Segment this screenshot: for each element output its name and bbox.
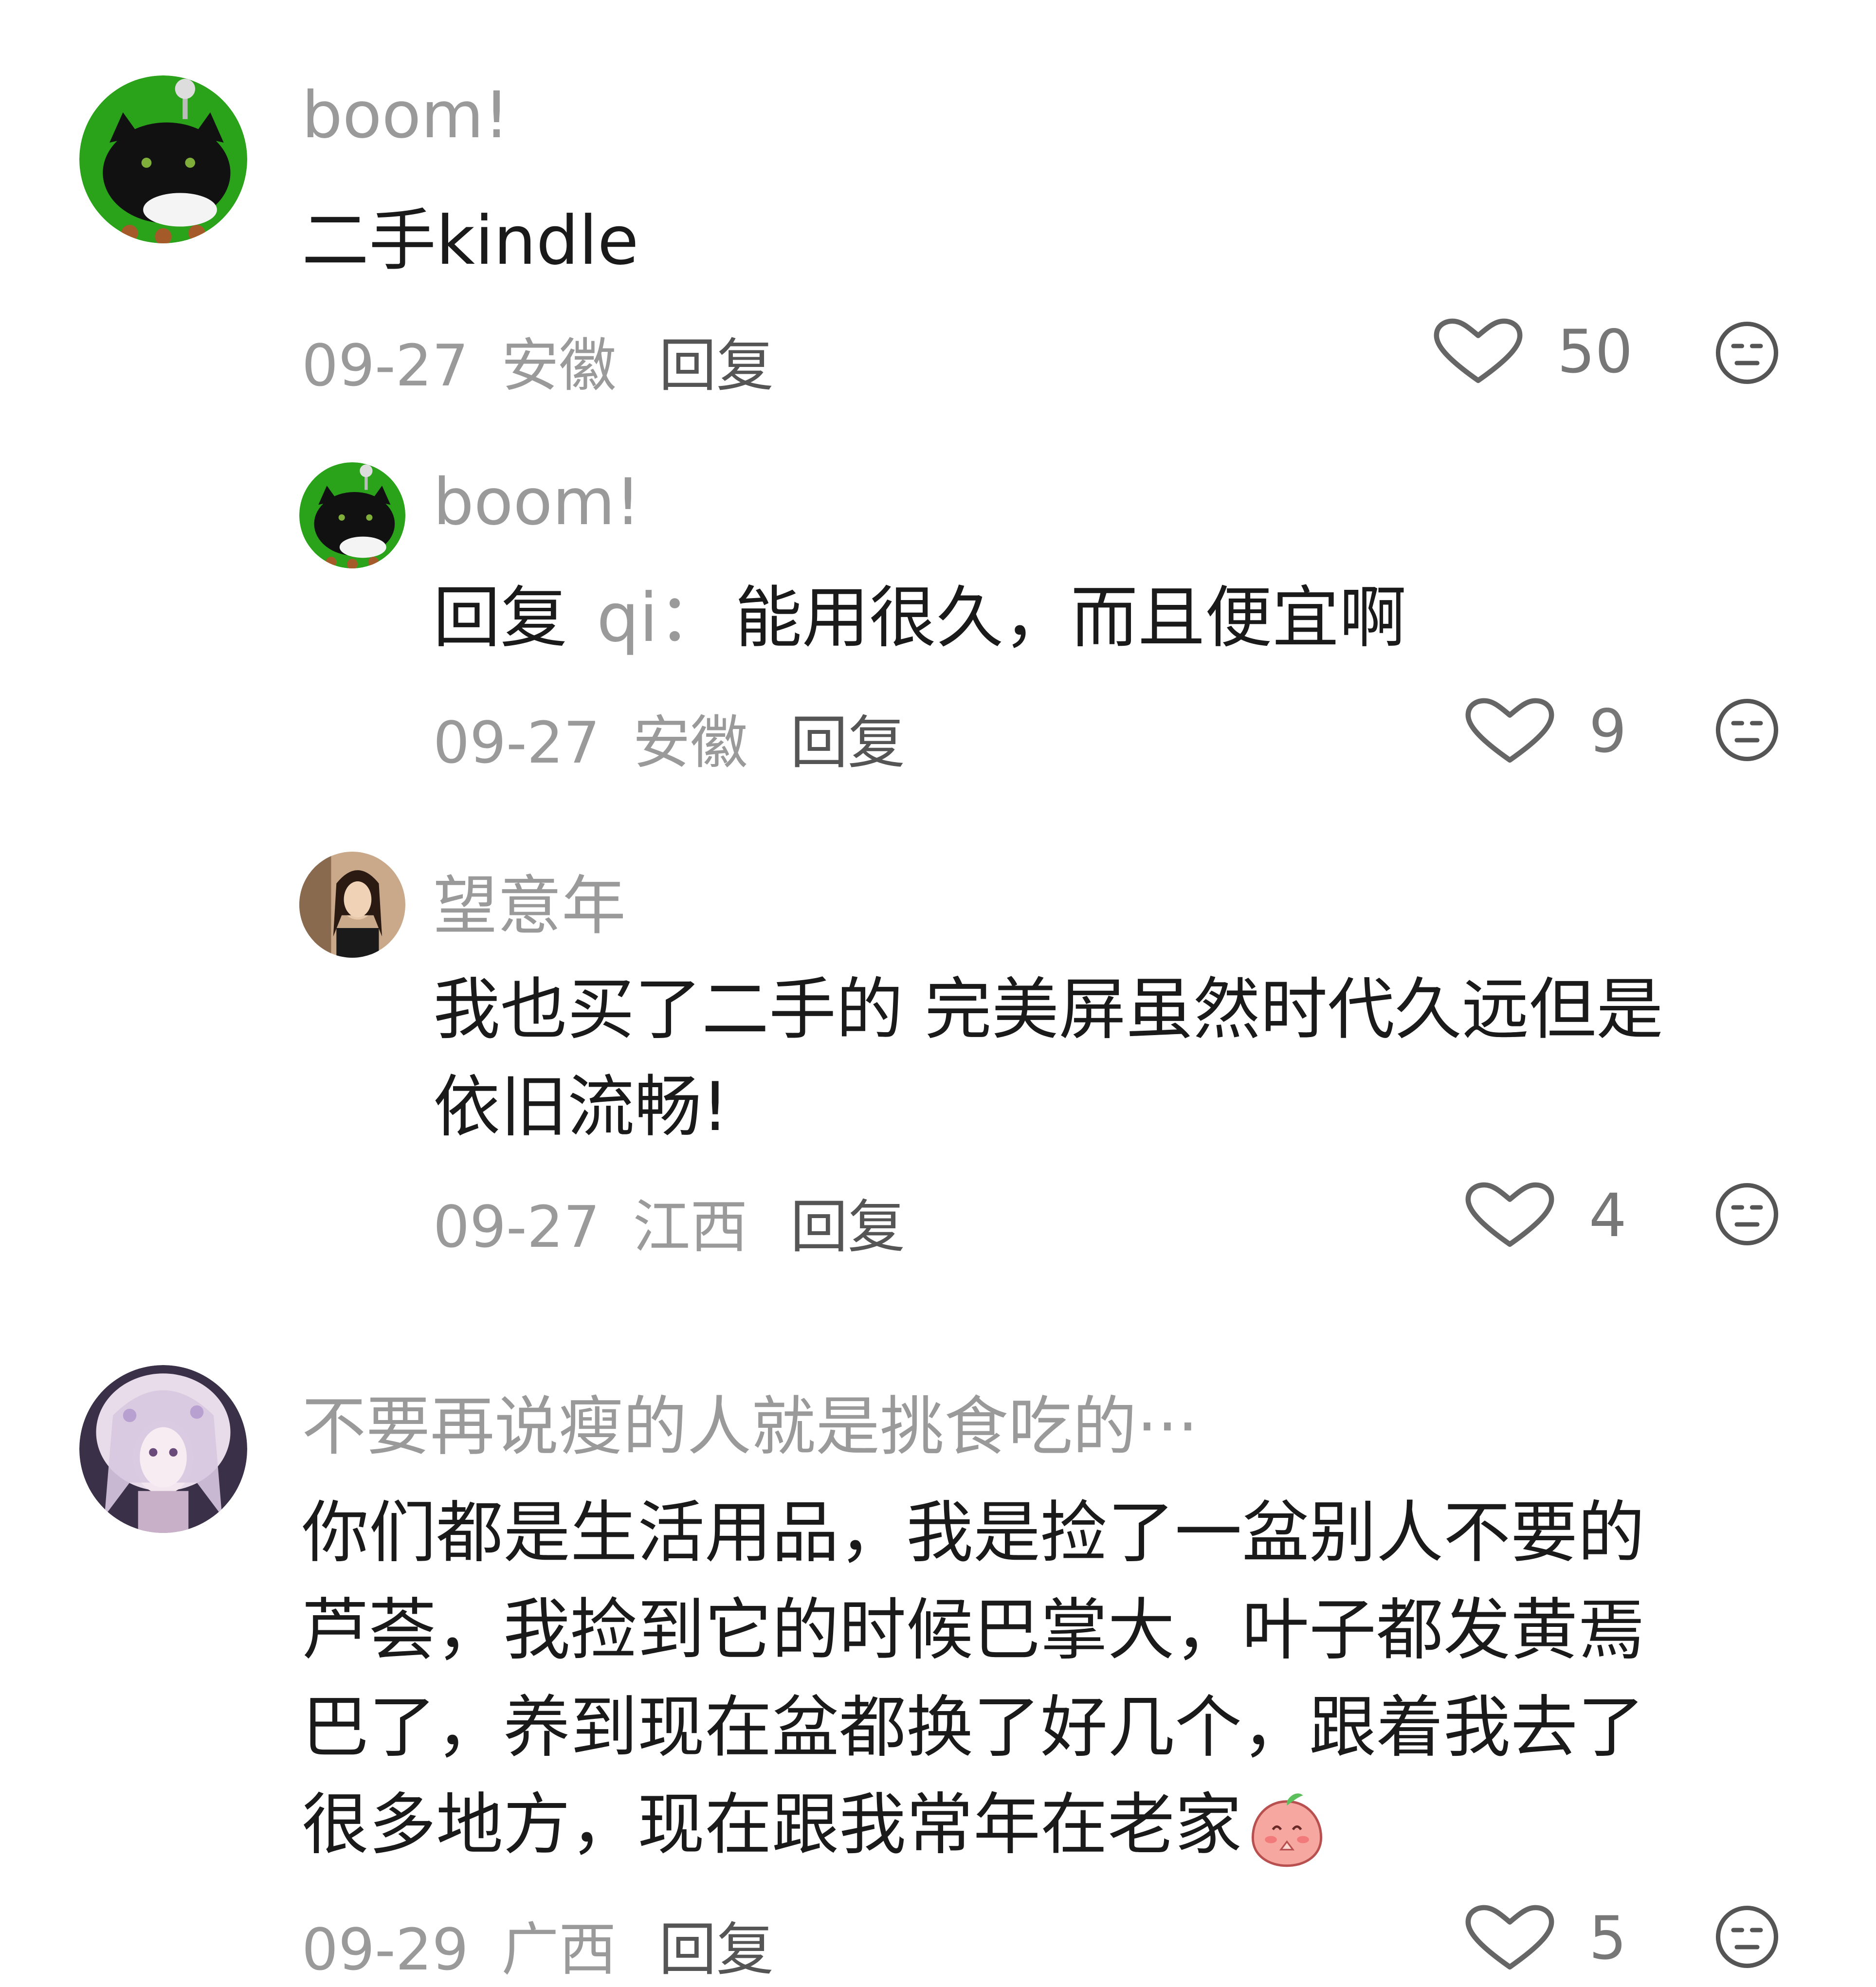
comment-date: 09-29 <box>302 1916 469 1983</box>
heart-outline-icon <box>1465 698 1554 763</box>
heart-outline-icon <box>1434 318 1523 383</box>
user-photo-icon <box>299 852 405 958</box>
reply-button[interactable]: 回复 <box>659 332 774 399</box>
comment-text: 二手kindle <box>302 201 639 280</box>
comment-username[interactable]: 不要再说瘦的人就是挑食吃的··· <box>302 1375 1198 1468</box>
reply-prefix: 回复 <box>433 579 568 657</box>
reply-button[interactable]: 回复 <box>790 709 905 776</box>
comment-meta: 09-29 广西 回复 <box>302 1903 774 1986</box>
comment-text-line-1: 我也买了二手的 完美屏虽然时代久远但是 <box>433 970 1663 1049</box>
comment-location: 江西 <box>633 1193 748 1260</box>
comment-text-line-2: 芦荟，我捡到它的时候巴掌大，叶子都发黄焉 <box>302 1591 1645 1669</box>
comment-location: 广西 <box>501 1916 617 1983</box>
dislike-button[interactable] <box>1713 319 1781 389</box>
dislike-button[interactable] <box>1713 1180 1781 1250</box>
comment-text-line-4: 很多地方，现在跟我常年在老家 <box>302 1776 1327 1874</box>
anime-avatar-icon <box>79 1365 247 1533</box>
heart-outline-icon <box>1465 1182 1554 1247</box>
avatar-boom[interactable] <box>299 462 405 568</box>
comment-text-line-1: 你们都是生活用品，我是捡了一盆别人不要的 <box>302 1494 1645 1572</box>
comment-meta: 09-27 安徽 回复 <box>433 696 905 779</box>
comment-text: 很多地方，现在跟我常年在老家 <box>302 1786 1242 1864</box>
like-button[interactable]: 50 <box>1423 316 1633 387</box>
cat-avatar-icon <box>79 75 247 243</box>
comment-meta: 09-27 安徽 回复 <box>302 319 774 402</box>
like-count: 5 <box>1589 1903 1627 1973</box>
neutral-face-icon <box>1715 698 1779 762</box>
like-button[interactable]: 5 <box>1455 1903 1627 1973</box>
reply-target-username[interactable]: qi： <box>597 579 725 657</box>
comment-date: 09-27 <box>433 1193 600 1260</box>
like-count: 50 <box>1557 317 1633 386</box>
dislike-button[interactable] <box>1713 1903 1781 1973</box>
neutral-face-icon <box>1715 321 1779 384</box>
reply-button[interactable]: 回复 <box>659 1916 774 1983</box>
peach-praying-emoji <box>1251 1793 1323 1867</box>
neutral-face-icon <box>1715 1905 1779 1969</box>
comment-location: 安徽 <box>633 709 748 776</box>
comment-location: 安徽 <box>501 332 617 399</box>
comment-text-line-2: 依旧流畅! <box>433 1068 729 1146</box>
comment-date: 09-27 <box>433 709 600 776</box>
comment-text-line-3: 巴了，养到现在盆都换了好几个，跟着我去了 <box>302 1688 1645 1767</box>
comment-date: 09-27 <box>302 332 469 399</box>
avatar-wangyinian[interactable] <box>299 852 405 958</box>
neutral-face-icon <box>1715 1183 1779 1246</box>
dislike-button[interactable] <box>1713 696 1781 766</box>
heart-outline-icon <box>1465 1905 1554 1970</box>
like-button[interactable]: 9 <box>1455 696 1627 766</box>
comment-username[interactable]: boom! <box>433 465 641 540</box>
reply-button[interactable]: 回复 <box>790 1193 905 1260</box>
comment-username[interactable]: 望意年 <box>433 854 626 947</box>
comment-meta: 09-27 江西 回复 <box>433 1180 905 1263</box>
cat-avatar-icon <box>299 462 405 568</box>
comment-text: 能用很久，而且便宜啊 <box>734 579 1406 657</box>
avatar-anime[interactable] <box>79 1365 247 1533</box>
avatar-boom[interactable] <box>79 75 247 243</box>
comment-text-line: 回复 qi： 能用很久，而且便宜啊 <box>433 569 1406 667</box>
like-count: 9 <box>1589 696 1627 766</box>
like-button[interactable]: 4 <box>1455 1180 1627 1251</box>
comment-username[interactable]: boom! <box>302 78 510 153</box>
like-count: 4 <box>1589 1181 1627 1250</box>
